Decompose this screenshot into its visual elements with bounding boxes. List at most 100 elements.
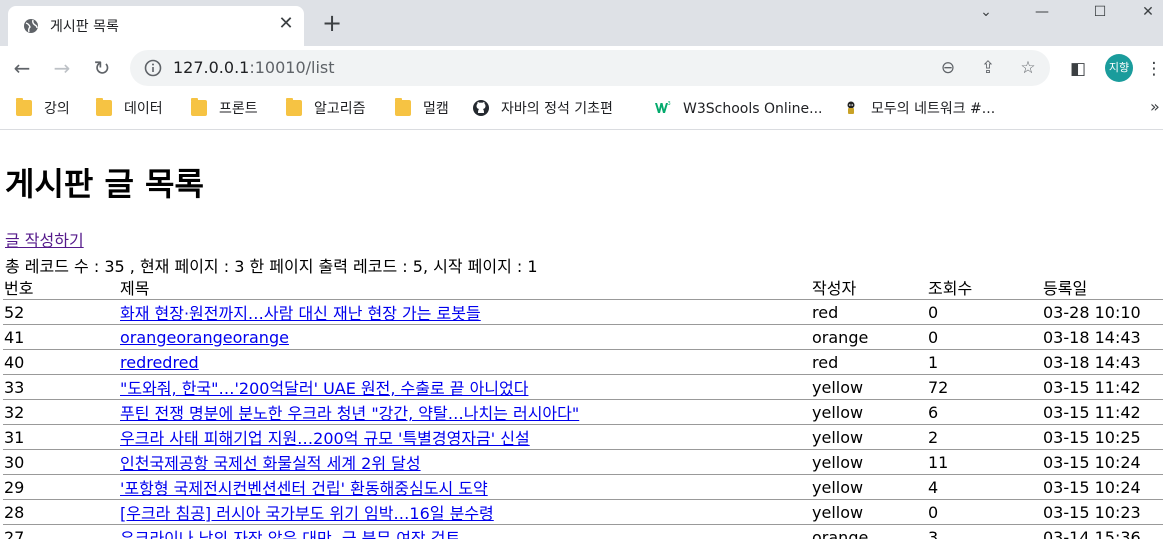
table-row: 33 "도와줘, 한국"…'200억달러' UAE 원전, 수출로 끝 아니었다 y…	[3, 374, 1163, 400]
post-date: 03-15 10:24	[1043, 452, 1141, 472]
post-views: 6	[928, 402, 939, 422]
post-writer: orange	[812, 327, 869, 347]
bookmark-label: 데이터	[124, 101, 163, 117]
post-views: 0	[928, 502, 939, 522]
post-title-link[interactable]: redredred	[120, 353, 199, 372]
zoom-out-icon[interactable]: ⊖	[938, 58, 958, 78]
back-button[interactable]: ←	[8, 54, 36, 82]
table-cell: 28	[3, 499, 119, 525]
post-views: 0	[928, 327, 939, 347]
address-bar[interactable]: 127.0.0.1:10010/list ⊖ ⇪ ☆	[130, 50, 1050, 86]
table-cell: yellow	[811, 474, 927, 500]
table-cell: '포항형 국제전시컨벤션센터 건립' 환동해중심도시 도약	[119, 474, 811, 500]
table-cell: orange	[811, 524, 927, 539]
table-cell: yellow	[811, 449, 927, 475]
url-text[interactable]: 127.0.0.1:10010/list	[173, 58, 335, 77]
post-views: 11	[928, 452, 949, 472]
table-cell: 3	[927, 524, 1042, 539]
table-cell: 03-15 11:42	[1042, 374, 1163, 400]
bookmark-java[interactable]: 자바의 정석 기초편	[473, 99, 613, 119]
w3schools-icon: 3	[655, 101, 671, 113]
table-cell: red	[811, 349, 927, 375]
bookmark-folder-lectures[interactable]: 강의	[16, 98, 70, 119]
folder-icon	[191, 98, 207, 116]
bookmark-folder-front[interactable]: 프론트	[191, 98, 258, 119]
post-number: 28	[4, 502, 25, 522]
table-row: 40 redredred red 1 03-18 14:43	[3, 349, 1163, 375]
post-table: 번호 제목 작성자 조회수 등록일 52 화재 현장·원전까지…사람 대신 재난 …	[3, 275, 1163, 539]
bookmark-w3schools[interactable]: 3 W3Schools Online...	[655, 99, 822, 119]
table-cell: 29	[3, 474, 119, 500]
profile-avatar[interactable]: 지향	[1105, 54, 1133, 82]
post-title-link[interactable]: '포항형 국제전시컨벤션센터 건립' 환동해중심도시 도약	[120, 479, 488, 498]
bookmark-network[interactable]: 모두의 네트워크 #...	[843, 99, 995, 119]
table-cell: "도와줘, 한국"…'200억달러' UAE 원전, 수출로 끝 아니었다	[119, 374, 811, 400]
post-number: 31	[4, 427, 25, 447]
browser-tab[interactable]: 게시판 목록 ✕	[8, 6, 304, 46]
column-header-writer: 작성자	[811, 275, 927, 300]
post-title-link[interactable]: 화재 현장·원전까지…사람 대신 재난 현장 가는 로봇들	[120, 304, 481, 323]
share-icon[interactable]: ⇪	[978, 58, 998, 78]
folder-icon	[395, 98, 411, 116]
tab-title: 게시판 목록	[50, 19, 119, 35]
svg-text:3: 3	[668, 101, 671, 107]
post-writer: yellow	[812, 477, 864, 497]
side-panel-icon[interactable]: ◧	[1066, 57, 1090, 81]
post-title-link[interactable]: "도와줘, 한국"…'200억달러' UAE 원전, 수출로 끝 아니었다	[120, 379, 528, 398]
table-cell: 03-14 15:36	[1042, 524, 1163, 539]
more-bookmarks-button[interactable]: »	[1150, 97, 1160, 116]
table-cell: 03-15 10:25	[1042, 424, 1163, 450]
table-cell: 03-15 10:23	[1042, 499, 1163, 525]
column-header-date: 등록일	[1042, 275, 1163, 300]
post-date: 03-15 11:42	[1043, 402, 1141, 422]
url-path: :10010/list	[249, 58, 335, 77]
close-window-button[interactable]: ✕	[1120, 0, 1163, 24]
post-title-link[interactable]: 우크라 사태 피해기업 지원…200억 규모 '특별경영자금' 신설	[120, 429, 530, 448]
forward-button[interactable]: →	[48, 54, 76, 82]
post-number: 30	[4, 452, 25, 472]
post-title-link[interactable]: orangeorangeorange	[120, 328, 289, 347]
folder-icon	[16, 98, 32, 116]
bookmark-folder-multicampus[interactable]: 멀캠	[395, 98, 449, 119]
post-number: 32	[4, 402, 25, 422]
post-title-link[interactable]: 푸틴 전쟁 명분에 분노한 우크라 청년 "강간, 약탈…나치는 러시아다"	[120, 404, 579, 423]
bookmark-folder-data[interactable]: 데이터	[96, 98, 163, 119]
table-cell: 32	[3, 399, 119, 425]
table-cell: 1	[927, 349, 1042, 375]
folder-icon	[96, 98, 112, 116]
bookmark-label: 알고리즘	[314, 101, 366, 117]
write-post-link[interactable]: 글 작성하기	[5, 227, 84, 251]
bookmark-folder-algorithm[interactable]: 알고리즘	[286, 98, 366, 119]
menu-icon[interactable]: ⋮	[1144, 57, 1163, 81]
table-cell: 41	[3, 324, 119, 350]
minimize-button[interactable]: —	[1014, 0, 1070, 24]
tab-search-icon[interactable]: ⌄	[958, 0, 1014, 24]
info-icon[interactable]	[144, 59, 162, 77]
table-cell: 03-18 14:43	[1042, 349, 1163, 375]
post-title-link[interactable]: 인천국제공항 국제선 화물실적 세계 2위 달성	[120, 454, 421, 473]
new-tab-button[interactable]: +	[318, 10, 346, 38]
table-cell: 4	[927, 474, 1042, 500]
table-cell: 우크라 사태 피해기업 지원…200억 규모 '특별경영자금' 신설	[119, 424, 811, 450]
table-cell: 6	[927, 399, 1042, 425]
table-row: 31 우크라 사태 피해기업 지원…200억 규모 '특별경영자금' 신설 yell…	[3, 424, 1163, 450]
close-tab-icon[interactable]: ✕	[276, 14, 296, 34]
table-cell: 03-15 10:24	[1042, 449, 1163, 475]
post-title-link[interactable]: [우크라 침공] 러시아 국가부도 위기 임박…16일 분수령	[120, 504, 494, 523]
post-writer: orange	[812, 527, 869, 539]
bookmark-label: 강의	[44, 101, 70, 117]
table-cell: 03-15 11:42	[1042, 399, 1163, 425]
post-date: 03-18 14:43	[1043, 327, 1141, 347]
reload-button[interactable]: ↻	[88, 54, 116, 82]
post-views: 4	[928, 477, 939, 497]
table-cell: 03-18 14:43	[1042, 324, 1163, 350]
post-views: 3	[928, 527, 939, 539]
bookmark-label: W3Schools Online...	[683, 101, 823, 117]
post-views: 2	[928, 427, 939, 447]
bookmark-star-icon[interactable]: ☆	[1018, 58, 1038, 78]
table-cell: 31	[3, 424, 119, 450]
post-title-link[interactable]: 우크라이나 남의 자장 않은 대만, 급 북무 여장 검토	[120, 529, 460, 539]
table-cell: 72	[927, 374, 1042, 400]
globe-icon	[24, 19, 38, 33]
table-cell: yellow	[811, 374, 927, 400]
